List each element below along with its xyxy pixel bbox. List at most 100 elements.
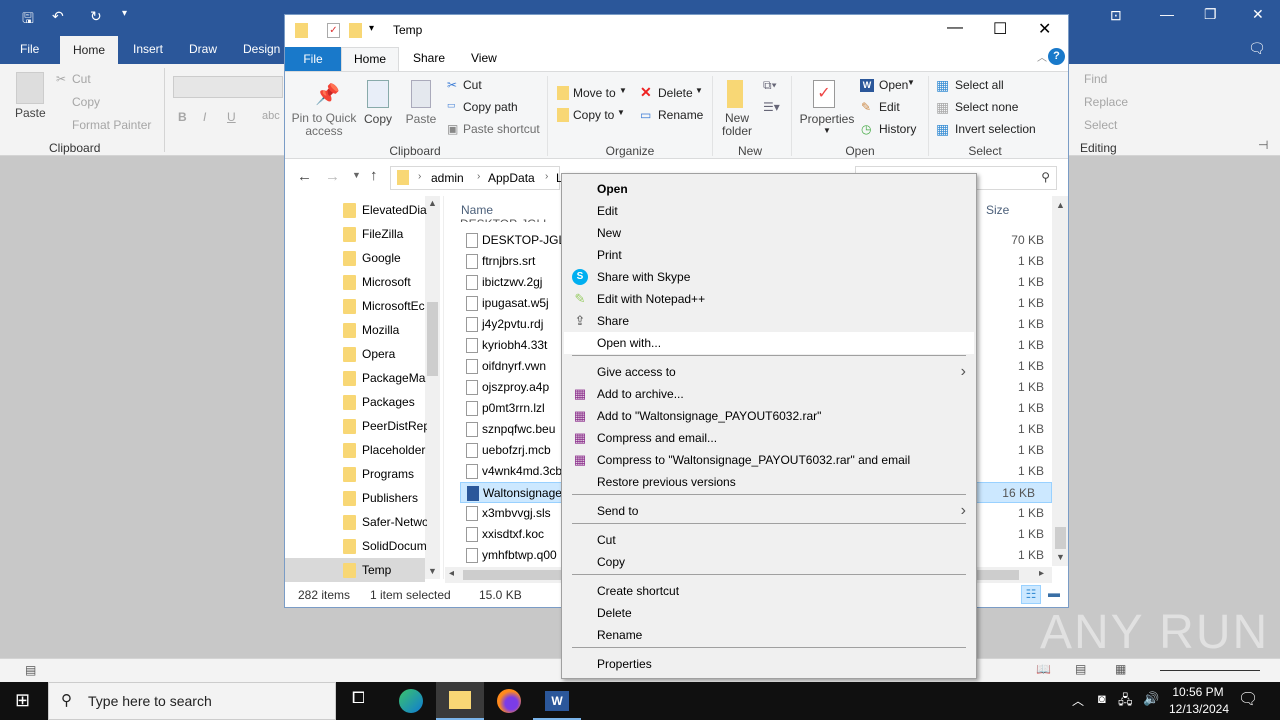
new-item-icon[interactable]: ⧉▾ bbox=[763, 78, 777, 93]
context-menu-item[interactable]: Delete bbox=[564, 602, 974, 624]
nav-item[interactable]: Placeholder bbox=[341, 438, 427, 462]
context-menu-item[interactable]: Copy bbox=[564, 551, 974, 573]
nav-item[interactable]: Opera bbox=[341, 342, 427, 366]
select-all-button[interactable]: Select all bbox=[955, 78, 1004, 92]
word-tab-home[interactable]: Home bbox=[60, 36, 118, 64]
nav-scrollbar[interactable]: ▲ ▼ bbox=[425, 196, 440, 579]
word-taskbar-button[interactable]: W bbox=[533, 682, 581, 720]
back-icon[interactable]: ← bbox=[297, 168, 312, 185]
nav-item[interactable]: ElevatedDia bbox=[341, 198, 427, 222]
context-menu-item[interactable]: S Share with Skype bbox=[564, 266, 974, 288]
paste-shortcut-button[interactable]: Paste shortcut bbox=[463, 122, 540, 136]
nav-item[interactable]: Google bbox=[341, 246, 427, 270]
meet-now-icon[interactable]: ◙ bbox=[1098, 691, 1106, 706]
nav-item[interactable]: Programs bbox=[341, 462, 427, 486]
network-icon[interactable]: 🖧 bbox=[1118, 691, 1133, 713]
column-header-name[interactable]: Name bbox=[461, 203, 493, 217]
firefox-icon[interactable] bbox=[497, 689, 521, 713]
nav-item[interactable]: Safer-Netwo bbox=[341, 510, 427, 534]
address-bar[interactable]: › admin › AppData › L bbox=[390, 166, 563, 190]
explorer-minimize-button[interactable]: — bbox=[947, 19, 963, 37]
pin-ribbon-icon[interactable]: ⊣ bbox=[1258, 138, 1268, 152]
forward-icon[interactable]: → bbox=[325, 168, 340, 185]
word-minimize-button[interactable]: — bbox=[1160, 6, 1174, 22]
details-view-icon[interactable]: ☷ bbox=[1021, 585, 1041, 604]
nav-scroll-thumb[interactable] bbox=[427, 302, 438, 376]
context-menu-item[interactable]: Create shortcut bbox=[564, 580, 974, 602]
select-button[interactable]: Select bbox=[1084, 118, 1117, 132]
clock-time[interactable]: 10:56 PM bbox=[1170, 685, 1226, 699]
context-menu-item[interactable]: Cut bbox=[564, 529, 974, 551]
context-menu-item[interactable]: New bbox=[564, 222, 974, 244]
word-format-painter-button[interactable]: Format Painter bbox=[72, 118, 151, 132]
replace-button[interactable]: Replace bbox=[1084, 95, 1128, 109]
move-to-button[interactable]: Move to bbox=[573, 86, 616, 100]
context-menu-item[interactable]: Open bbox=[564, 178, 974, 200]
word-close-button[interactable]: ✕ bbox=[1252, 6, 1264, 23]
ribbon-display-icon[interactable]: ⊡ bbox=[1110, 7, 1122, 24]
context-menu-item[interactable]: ✎ Edit with Notepad++ bbox=[564, 288, 974, 310]
edit-button[interactable]: Edit bbox=[879, 100, 900, 114]
zoom-slider[interactable] bbox=[1160, 670, 1260, 671]
nav-item[interactable]: FileZilla bbox=[341, 222, 427, 246]
context-menu-item[interactable]: Properties bbox=[564, 653, 974, 675]
context-menu-item[interactable]: Edit bbox=[564, 200, 974, 222]
volume-icon[interactable]: 🔊 bbox=[1143, 691, 1159, 707]
read-mode-icon[interactable]: 📖 bbox=[1036, 662, 1051, 676]
word-tab-design[interactable]: Design bbox=[243, 42, 280, 56]
word-paste-button[interactable]: Paste bbox=[15, 106, 46, 120]
explorer-tab-home[interactable]: Home bbox=[341, 47, 399, 71]
nav-item[interactable]: PeerDistRep bbox=[341, 414, 427, 438]
properties-qa-icon[interactable]: ✓ bbox=[327, 23, 340, 38]
nav-item[interactable]: Temp bbox=[285, 558, 425, 582]
context-menu-item[interactable]: ▦ Add to archive... bbox=[564, 383, 974, 405]
scroll-up-icon[interactable]: ▲ bbox=[1056, 200, 1065, 210]
bold-button[interactable]: B bbox=[178, 110, 187, 124]
context-menu-item[interactable]: Restore previous versions bbox=[564, 471, 974, 493]
copy-button[interactable]: Copy bbox=[363, 112, 393, 126]
italic-button[interactable]: I bbox=[203, 110, 206, 124]
scroll-right-icon[interactable]: ▸ bbox=[1039, 568, 1044, 579]
context-menu-item[interactable]: Send to › bbox=[564, 500, 974, 522]
copy-to-button[interactable]: Copy to bbox=[573, 108, 614, 122]
rename-button[interactable]: Rename bbox=[658, 108, 703, 122]
word-restore-button[interactable]: ❐ bbox=[1204, 6, 1217, 23]
easy-access-icon[interactable]: ☰▾ bbox=[763, 100, 780, 114]
nav-item[interactable]: MicrosoftEc bbox=[341, 294, 427, 318]
word-tab-insert[interactable]: Insert bbox=[133, 42, 163, 56]
context-menu-item[interactable]: Rename bbox=[564, 624, 974, 646]
show-hidden-icons-icon[interactable]: ︿ bbox=[1072, 692, 1084, 709]
paste-button[interactable]: Paste bbox=[405, 112, 437, 126]
select-none-button[interactable]: Select none bbox=[955, 100, 1018, 114]
nav-item[interactable]: PackageMa bbox=[341, 366, 427, 390]
underline-button[interactable]: U bbox=[227, 110, 236, 124]
new-folder-qa-icon[interactable] bbox=[349, 23, 362, 38]
column-header-size[interactable]: Size bbox=[986, 203, 1009, 217]
word-copy-button[interactable]: Copy bbox=[72, 95, 100, 109]
help-icon[interactable]: ? bbox=[1048, 48, 1065, 65]
copy-path-button[interactable]: Copy path bbox=[463, 100, 518, 114]
explorer-close-button[interactable]: ✕ bbox=[1038, 19, 1051, 39]
explorer-maximize-button[interactable]: ☐ bbox=[993, 19, 1007, 39]
scroll-down-icon[interactable]: ▼ bbox=[428, 566, 437, 576]
word-tab-draw[interactable]: Draw bbox=[189, 42, 217, 56]
large-icons-view-icon[interactable]: ▬ bbox=[1045, 585, 1063, 604]
cut-button[interactable]: Cut bbox=[463, 78, 482, 92]
delete-button[interactable]: Delete bbox=[658, 86, 693, 100]
word-tab-file[interactable]: File bbox=[20, 42, 39, 56]
customize-qa-icon[interactable]: ▾ bbox=[369, 23, 374, 34]
breadcrumb-appdata[interactable]: AppData bbox=[488, 171, 535, 185]
clock-date[interactable]: 12/13/2024 bbox=[1164, 702, 1234, 716]
task-view-icon[interactable]: ⧠ bbox=[352, 690, 365, 708]
history-button[interactable]: History bbox=[879, 122, 916, 136]
context-menu-item[interactable]: Print bbox=[564, 244, 974, 266]
web-layout-icon[interactable]: ▦ bbox=[1115, 662, 1126, 676]
customize-icon[interactable]: ▾ bbox=[122, 8, 127, 19]
find-button[interactable]: Find bbox=[1084, 72, 1107, 86]
nav-item[interactable]: Packages bbox=[341, 390, 427, 414]
context-menu-item[interactable]: Open with... bbox=[564, 332, 974, 354]
comments-icon[interactable]: 🗨 bbox=[1248, 40, 1266, 57]
redo-icon[interactable]: ↻ bbox=[90, 8, 102, 25]
font-name-box[interactable] bbox=[173, 76, 283, 98]
context-menu-item[interactable]: ▦ Compress to "Waltonsignage_PAYOUT6032.r… bbox=[564, 449, 974, 471]
